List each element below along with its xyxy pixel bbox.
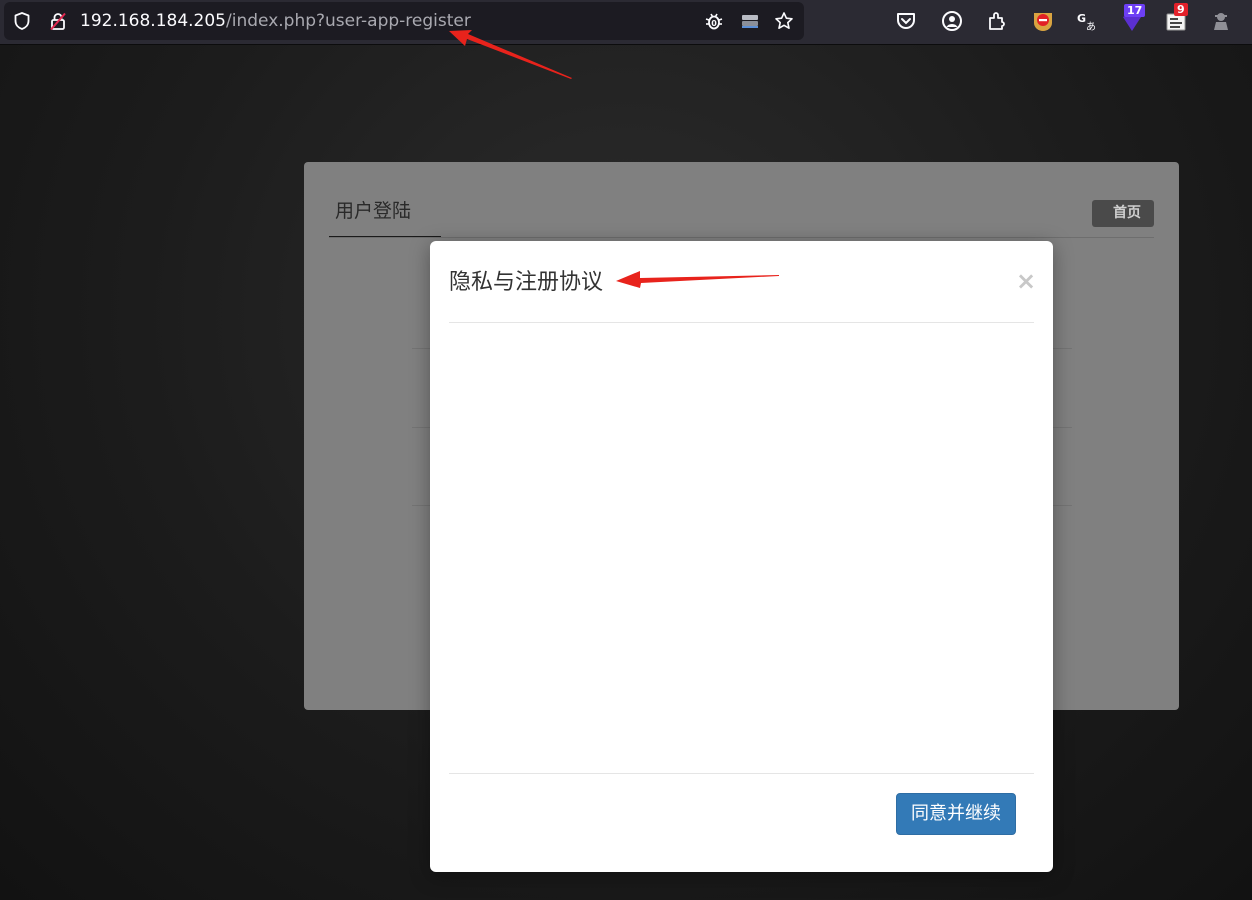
extension-red-badge: 9 [1174, 3, 1188, 16]
url-host: 192.168.184.205 [80, 11, 227, 31]
close-icon[interactable]: × [1014, 267, 1038, 295]
shield-icon[interactable] [12, 11, 32, 31]
svg-text:G: G [1077, 12, 1086, 25]
home-button[interactable]: 首页 [1092, 200, 1154, 227]
spy-icon[interactable] [1209, 9, 1233, 33]
insecure-lock-icon[interactable] [48, 11, 68, 31]
url-path: /index.php?user-app-register [226, 11, 471, 31]
tab-divider [329, 237, 1154, 238]
privacy-modal: 隐私与注册协议 × 同意并继续 [430, 241, 1053, 872]
server-icon[interactable] [740, 11, 760, 31]
modal-body[interactable] [449, 323, 1034, 773]
account-icon[interactable] [940, 9, 964, 33]
pocket-icon[interactable] [894, 9, 918, 33]
ublock-icon[interactable] [1031, 9, 1055, 33]
svg-text:0: 0 [711, 19, 717, 28]
modal-footer-divider [449, 773, 1034, 774]
agree-continue-button[interactable]: 同意并继续 [896, 793, 1016, 835]
modal-title: 隐私与注册协议 [449, 270, 604, 295]
svg-text:あ: あ [1086, 21, 1096, 33]
bug-icon[interactable]: 0 [704, 11, 724, 31]
url-text[interactable]: 192.168.184.205/index.php?user-app-regis… [80, 11, 471, 31]
translate-icon[interactable]: Gあ [1075, 9, 1099, 33]
bookmark-star-icon[interactable] [774, 11, 794, 31]
address-bar[interactable]: 192.168.184.205/index.php?user-app-regis… [4, 2, 804, 40]
extensions-icon[interactable] [985, 9, 1009, 33]
extension-purple-badge: 17 [1124, 4, 1146, 17]
browser-toolbar: 192.168.184.205/index.php?user-app-regis… [0, 0, 1252, 45]
tab-user-login[interactable]: 用户登陆 [329, 198, 441, 238]
